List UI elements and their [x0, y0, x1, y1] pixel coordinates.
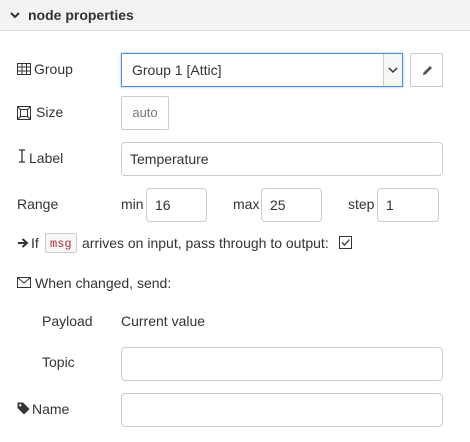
- passthrough-prefix: If: [31, 235, 39, 251]
- when-changed-label: When changed, send:: [35, 275, 172, 291]
- pencil-icon: [423, 66, 432, 75]
- check-icon: [341, 239, 350, 246]
- topic-input[interactable]: [121, 347, 443, 381]
- group-label: Group: [34, 61, 73, 77]
- table-icon: [17, 63, 31, 75]
- group-select-arrow[interactable]: [383, 54, 402, 86]
- chevron-down-icon: [10, 12, 20, 19]
- msg-code: msg: [45, 233, 77, 253]
- range-min-label: min: [121, 196, 144, 212]
- chevron-down-icon: [388, 67, 398, 74]
- tag-icon: [17, 402, 30, 415]
- size-label: Size: [36, 104, 64, 120]
- payload-label: Payload: [42, 313, 93, 329]
- text-cursor-icon: [19, 149, 25, 163]
- passthrough-text: arrives on input, pass through to output…: [82, 235, 329, 251]
- size-button[interactable]: auto: [121, 96, 169, 130]
- group-select[interactable]: Group 1 [Attic]: [121, 53, 403, 87]
- edit-group-button[interactable]: [410, 53, 443, 87]
- section-header[interactable]: node properties: [0, 0, 470, 31]
- payload-value: Current value: [121, 313, 206, 329]
- section-title: node properties: [28, 7, 134, 23]
- range-max-label: max: [233, 196, 260, 212]
- envelope-icon: [17, 277, 31, 288]
- label-input[interactable]: [121, 142, 443, 176]
- range-step-input[interactable]: [377, 188, 439, 222]
- name-input[interactable]: [121, 393, 443, 427]
- range-min-input[interactable]: [146, 188, 207, 222]
- range-max-input[interactable]: [261, 188, 322, 222]
- range-step-label: step: [348, 196, 375, 212]
- group-select-value: Group 1 [Attic]: [132, 62, 222, 78]
- size-value: auto: [132, 105, 158, 120]
- passthrough-checkbox[interactable]: [339, 236, 352, 249]
- range-label: Range: [17, 196, 59, 212]
- name-label: Name: [32, 401, 70, 417]
- topic-label: Topic: [42, 354, 75, 370]
- arrow-right-icon: [18, 238, 29, 248]
- label-label: Label: [29, 150, 64, 166]
- size-icon: [17, 106, 31, 120]
